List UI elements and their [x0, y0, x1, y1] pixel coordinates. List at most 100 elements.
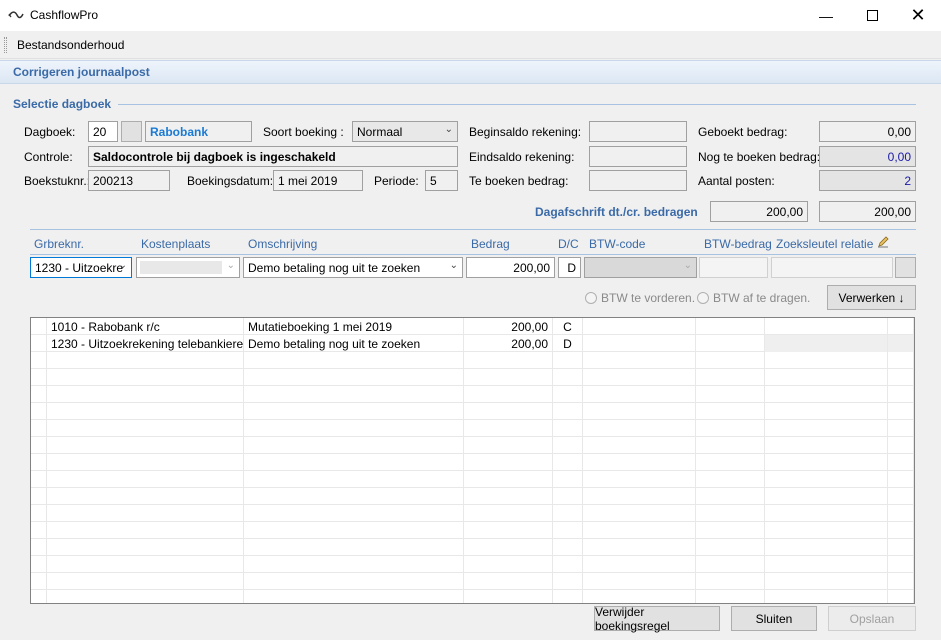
- opslaan-button[interactable]: Opslaan: [828, 606, 916, 631]
- table-cell: [583, 454, 696, 471]
- table-cell: [696, 471, 765, 488]
- table-cell: [244, 386, 464, 403]
- zoeksleutel-lookup-button[interactable]: [895, 257, 916, 278]
- table-row[interactable]: [31, 403, 914, 420]
- table-cell: [765, 420, 888, 437]
- table-cell: [583, 539, 696, 556]
- table-cell: [765, 505, 888, 522]
- soort-boeking-select[interactable]: Normaal ⌄: [352, 121, 458, 142]
- table-row[interactable]: [31, 522, 914, 539]
- table-row[interactable]: [31, 369, 914, 386]
- geboekt-label: Geboekt bedrag:: [698, 125, 788, 139]
- table-row[interactable]: [31, 454, 914, 471]
- table-cell: [696, 505, 765, 522]
- table-row[interactable]: [31, 573, 914, 590]
- table-row[interactable]: [31, 352, 914, 369]
- close-button[interactable]: ✕: [895, 0, 941, 31]
- nog-te-boeken-label: Nog te boeken bedrag:: [698, 150, 821, 164]
- controle-label: Controle:: [24, 150, 73, 164]
- table-row[interactable]: 1230 - Uitzoekrekening telebankieren Demo…: [31, 335, 914, 352]
- maximize-icon: [866, 10, 878, 21]
- table-cell: [696, 437, 765, 454]
- entry-header-bottom-line: [30, 254, 916, 255]
- table-row[interactable]: [31, 556, 914, 573]
- table-row[interactable]: [31, 539, 914, 556]
- table-cell: [583, 335, 696, 352]
- table-cell: [696, 420, 765, 437]
- journal-grid[interactable]: 1010 - Rabobank r/c Mutatieboeking 1 mei …: [30, 317, 915, 604]
- table-cell: [583, 556, 696, 573]
- chevron-down-icon: ⌄: [226, 260, 235, 271]
- table-cell: [888, 522, 914, 539]
- table-cell: D: [553, 335, 583, 352]
- table-cell: [696, 488, 765, 505]
- dagboek-input[interactable]: 20: [88, 121, 118, 142]
- table-row[interactable]: [31, 471, 914, 488]
- grbreknr-select[interactable]: 1230 - Uitzoekre ⌄: [30, 257, 132, 278]
- table-row[interactable]: [31, 420, 914, 437]
- table-cell: [583, 522, 696, 539]
- table-cell: [244, 522, 464, 539]
- table-row[interactable]: [31, 488, 914, 505]
- verwijder-boekingsregel-button[interactable]: Verwijder boekingsregel: [594, 605, 720, 633]
- table-cell: [888, 590, 914, 603]
- boekingsdatum-field: 1 mei 2019: [273, 170, 363, 191]
- omschrijving-select[interactable]: Demo betaling nog uit te zoeken ⌄: [243, 257, 463, 278]
- dagboek-lookup-button[interactable]: [121, 121, 142, 142]
- table-cell: [888, 573, 914, 590]
- table-cell: [765, 590, 888, 603]
- table-cell: [244, 403, 464, 420]
- table-cell: [765, 437, 888, 454]
- chevron-down-icon: ⌄: [118, 260, 127, 271]
- radio-btw-vorderen[interactable]: BTW te vorderen.: [585, 291, 695, 305]
- table-row[interactable]: [31, 590, 914, 603]
- table-cell: [464, 539, 553, 556]
- table-cell: [765, 471, 888, 488]
- table-cell: [31, 318, 47, 335]
- entry-header-top-line: [30, 229, 916, 230]
- btw-code-select[interactable]: ⌄: [584, 257, 697, 278]
- table-cell: [553, 403, 583, 420]
- table-row[interactable]: [31, 437, 914, 454]
- maximize-button[interactable]: [849, 0, 895, 31]
- table-cell: [696, 403, 765, 420]
- table-cell: [583, 318, 696, 335]
- table-cell: [583, 590, 696, 603]
- table-cell: [696, 369, 765, 386]
- btw-bedrag-input[interactable]: [699, 257, 768, 278]
- radio-btw-afdragen[interactable]: BTW af te dragen.: [697, 291, 810, 305]
- kostenplaats-select[interactable]: ⌄: [136, 257, 240, 278]
- verwerken-button[interactable]: Verwerken ↓: [827, 285, 916, 310]
- table-cell: [888, 437, 914, 454]
- table-cell: [765, 454, 888, 471]
- table-cell: [47, 352, 244, 369]
- table-cell: [765, 403, 888, 420]
- menu-item-bestandsonderhoud[interactable]: Bestandsonderhoud: [17, 38, 124, 52]
- table-cell: [31, 352, 47, 369]
- boekingsdatum-label: Boekingsdatum:: [187, 174, 274, 188]
- table-cell: [47, 369, 244, 386]
- sluiten-button[interactable]: Sluiten: [731, 606, 817, 631]
- boekstuknr-field: 200213: [88, 170, 170, 191]
- page-title: Corrigeren journaalpost: [13, 65, 150, 79]
- col-header-kostenplaats: Kostenplaats: [141, 237, 211, 251]
- table-cell: [47, 488, 244, 505]
- table-cell: [583, 403, 696, 420]
- dagboek-label: Dagboek:: [24, 125, 76, 139]
- dagafschrift-dt-field: 200,00: [710, 201, 808, 222]
- minimize-button[interactable]: —: [803, 0, 849, 31]
- beginsaldo-label: Beginsaldo rekening:: [469, 125, 582, 139]
- dagboek-name: Rabobank: [145, 121, 252, 142]
- table-cell: [244, 573, 464, 590]
- table-cell: [47, 539, 244, 556]
- table-cell: [244, 420, 464, 437]
- dc-input[interactable]: D: [558, 257, 581, 278]
- table-row[interactable]: [31, 386, 914, 403]
- table-cell: [47, 437, 244, 454]
- table-row[interactable]: 1010 - Rabobank r/c Mutatieboeking 1 mei …: [31, 318, 914, 335]
- zoeksleutel-input[interactable]: [771, 257, 893, 278]
- bedrag-input[interactable]: 200,00: [466, 257, 555, 278]
- table-row[interactable]: [31, 505, 914, 522]
- table-cell: [553, 488, 583, 505]
- table-cell: [696, 335, 765, 352]
